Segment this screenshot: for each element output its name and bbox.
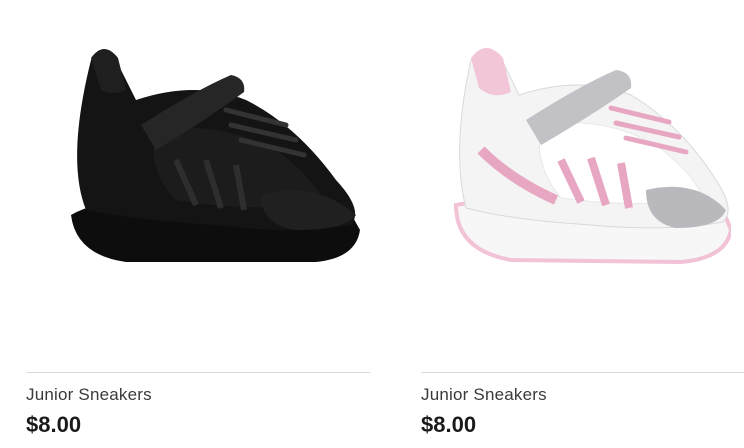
product-name[interactable]: Junior Sneakers — [421, 385, 547, 405]
card-divider — [421, 372, 744, 373]
product-image-link[interactable] — [26, 0, 370, 372]
pink-sneaker-image — [453, 48, 731, 265]
product-card[interactable]: Junior Sneakers $8.00 — [26, 0, 370, 448]
product-name[interactable]: Junior Sneakers — [26, 385, 152, 405]
product-card[interactable]: Junior Sneakers $8.00 — [421, 0, 744, 448]
product-price: $8.00 — [421, 412, 477, 437]
product-price: $8.00 — [26, 412, 82, 437]
black-sneaker-image — [71, 49, 360, 262]
product-grid: Junior Sneakers $8.00 Junior Sneakers $8… — [0, 0, 744, 448]
product-image-link[interactable] — [421, 0, 744, 372]
card-divider — [26, 372, 370, 373]
